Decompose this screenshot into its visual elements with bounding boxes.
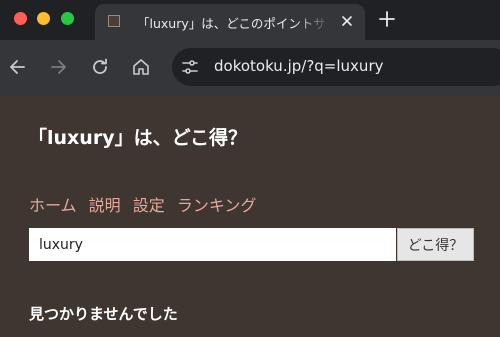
close-icon[interactable] [338,12,356,30]
reload-icon[interactable] [89,56,111,78]
browser-tab-strip: 「luxury」は、どこのポイントサ [0,0,500,40]
page-title: 「luxury」は、どこ得？ [28,127,248,149]
tab-title: 「luxury」は、どこのポイントサ [137,16,326,31]
site-nav: ホーム 説明 設定 ランキング [29,192,263,216]
home-icon[interactable] [130,56,152,78]
window-minimize-button[interactable] [37,12,50,25]
address-url[interactable]: dokotoku.jp/?q=luxury [214,57,383,75]
search-input[interactable] [29,228,396,261]
forward-arrow-icon[interactable] [48,56,70,78]
page-favicon-icon [108,15,120,27]
window-close-button[interactable] [14,12,27,25]
back-arrow-icon[interactable] [6,56,28,78]
result-message: 見つかりませんでした [29,305,178,323]
plus-icon[interactable] [377,9,397,29]
address-bar[interactable]: dokotoku.jp/?q=luxury [172,48,500,86]
nav-link-home[interactable]: ホーム [29,196,77,215]
page-content: 「luxury」は、どこ得？ ホーム 説明 設定 ランキング どこ得？ 見つかり… [0,95,500,337]
browser-toolbar: dokotoku.jp/?q=luxury [0,40,500,95]
browser-tab[interactable]: 「luxury」は、どこのポイントサ [95,4,365,40]
nav-link-ranking[interactable]: ランキング [177,196,257,215]
nav-link-settings[interactable]: 設定 [133,196,165,215]
window-maximize-button[interactable] [61,12,74,25]
site-settings-icon[interactable] [181,58,199,76]
search-button[interactable]: どこ得？ [397,228,474,261]
nav-link-about[interactable]: 説明 [89,196,121,215]
